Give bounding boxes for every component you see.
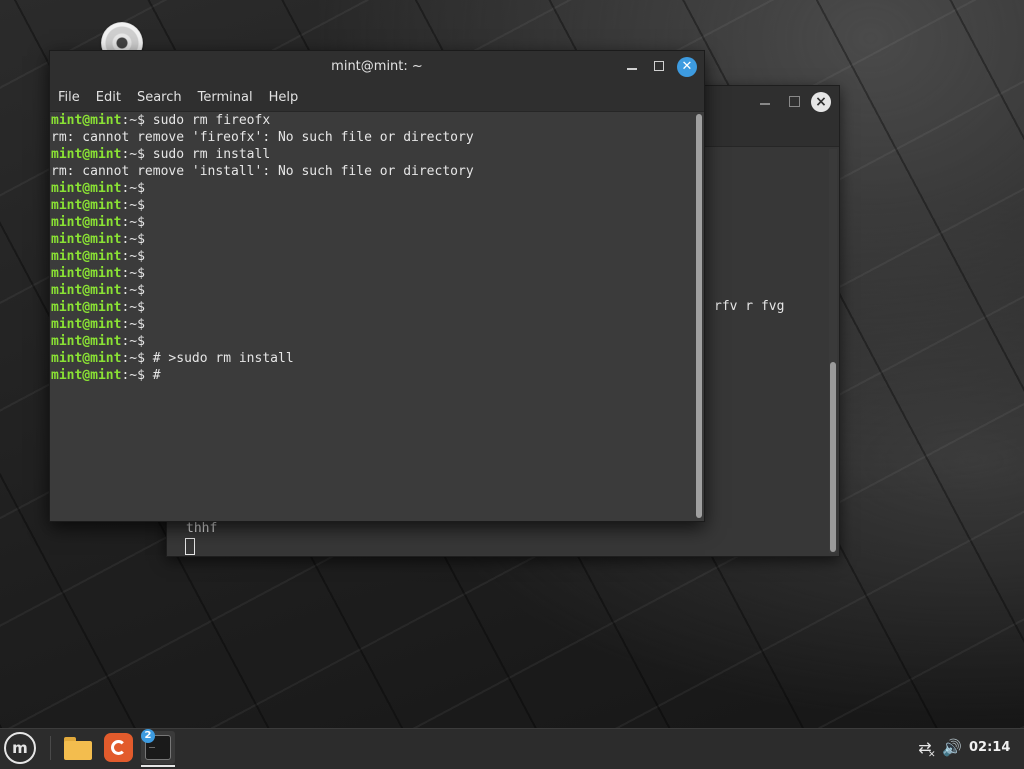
background-terminal-text: rfv r fvg bbox=[714, 299, 785, 314]
menu-help[interactable]: Help bbox=[269, 90, 299, 105]
terminal-line: mint@mint:~$ # bbox=[51, 367, 692, 384]
prompt-user: mint@mint bbox=[51, 300, 122, 315]
maximize-icon[interactable] bbox=[654, 61, 664, 71]
prompt-user: mint@mint bbox=[51, 181, 122, 196]
terminal-line: mint@mint:~$ bbox=[51, 333, 692, 350]
terminal-line: mint@mint:~$ bbox=[51, 214, 692, 231]
command-text: sudo rm fireofx bbox=[144, 113, 271, 128]
prompt-user: mint@mint bbox=[51, 334, 122, 349]
prompt-user: mint@mint bbox=[51, 249, 122, 264]
prompt-path: :~$ bbox=[121, 147, 145, 162]
folder-icon[interactable] bbox=[62, 732, 94, 764]
prompt-user: mint@mint bbox=[51, 351, 122, 366]
background-close-icon[interactable]: × bbox=[811, 92, 831, 112]
active-app-indicator bbox=[141, 765, 175, 767]
background-minimize-icon[interactable] bbox=[760, 103, 770, 105]
prompt-path: :~$ bbox=[121, 198, 145, 213]
menu-terminal[interactable]: Terminal bbox=[198, 90, 253, 105]
prompt-path: :~$ bbox=[121, 317, 145, 332]
prompt-path: :~$ bbox=[121, 181, 145, 196]
network-x-icon: ✕ bbox=[928, 750, 936, 760]
prompt-path: :~$ bbox=[121, 334, 145, 349]
terminal-menubar: File Edit Search Terminal Help bbox=[50, 84, 704, 112]
volume-icon[interactable]: 🔊 bbox=[942, 738, 962, 758]
prompt-user: mint@mint bbox=[51, 113, 122, 128]
terminal-scrollbar-thumb[interactable] bbox=[696, 114, 702, 518]
command-text: # >sudo rm install bbox=[144, 351, 294, 366]
terminal-line: mint@mint:~$ bbox=[51, 248, 692, 265]
prompt-user: mint@mint bbox=[51, 283, 122, 298]
prompt-path: :~$ bbox=[121, 113, 145, 128]
prompt-user: mint@mint bbox=[51, 232, 122, 247]
terminal-line: mint@mint:~$ bbox=[51, 299, 692, 316]
window-title: mint@mint: ~ bbox=[331, 59, 423, 74]
clock[interactable]: 02:14 bbox=[969, 740, 1010, 755]
prompt-user: mint@mint bbox=[51, 147, 122, 162]
prompt-path: :~$ bbox=[121, 266, 145, 281]
prompt-path: :~$ bbox=[121, 368, 145, 383]
terminal-line: rm: cannot remove 'install': No such fil… bbox=[51, 164, 474, 179]
close-icon[interactable]: ✕ bbox=[677, 57, 697, 77]
terminal-output[interactable]: mint@mint:~$ sudo rm fireofx rm: cannot r… bbox=[50, 112, 692, 520]
terminal-line: rm: cannot remove 'fireofx': No such fil… bbox=[51, 130, 474, 145]
terminal-line: mint@mint:~$ bbox=[51, 316, 692, 333]
menu-edit[interactable]: Edit bbox=[96, 90, 121, 105]
prompt-path: :~$ bbox=[121, 300, 145, 315]
terminal-line: mint@mint:~$ sudo rm fireofx bbox=[51, 112, 692, 129]
terminal-line: mint@mint:~$ bbox=[51, 180, 692, 197]
background-scrollbar-thumb[interactable] bbox=[830, 362, 836, 552]
terminal-line: mint@mint:~$ bbox=[51, 282, 692, 299]
terminal-line: mint@mint:~$ bbox=[51, 197, 692, 214]
terminal-line: mint@mint:~$ bbox=[51, 265, 692, 282]
terminal-line: mint@mint:~$ # >sudo rm install bbox=[51, 350, 692, 367]
window-count-badge: 2 bbox=[141, 729, 155, 743]
linux-mint-logo-icon[interactable]: m bbox=[4, 732, 36, 764]
prompt-path: :~$ bbox=[121, 232, 145, 247]
menu-file[interactable]: File bbox=[58, 90, 80, 105]
terminal-window[interactable]: mint@mint: ~ ✕ File Edit Search Terminal… bbox=[49, 50, 705, 522]
terminal-line: mint@mint:~$ sudo rm install bbox=[51, 146, 692, 163]
menu-search[interactable]: Search bbox=[137, 90, 182, 105]
command-text: sudo rm install bbox=[144, 147, 271, 162]
terminal-line: mint@mint:~$ bbox=[51, 231, 692, 248]
terminal-titlebar[interactable]: mint@mint: ~ ✕ bbox=[50, 51, 704, 84]
background-maximize-icon[interactable] bbox=[789, 96, 800, 107]
minimize-icon[interactable] bbox=[627, 68, 637, 70]
prompt-path: :~$ bbox=[121, 351, 145, 366]
prompt-user: mint@mint bbox=[51, 368, 122, 383]
prompt-path: :~$ bbox=[121, 283, 145, 298]
taskbar-separator bbox=[50, 736, 51, 760]
background-bottom-text: thhf bbox=[186, 521, 218, 536]
text-cursor bbox=[185, 538, 195, 555]
prompt-user: mint@mint bbox=[51, 215, 122, 230]
prompt-user: mint@mint bbox=[51, 317, 122, 332]
prompt-user: mint@mint bbox=[51, 198, 122, 213]
command-text: # bbox=[144, 368, 161, 383]
prompt-path: :~$ bbox=[121, 249, 145, 264]
prompt-user: mint@mint bbox=[51, 266, 122, 281]
firefox-icon[interactable] bbox=[103, 732, 135, 764]
prompt-path: :~$ bbox=[121, 215, 145, 230]
